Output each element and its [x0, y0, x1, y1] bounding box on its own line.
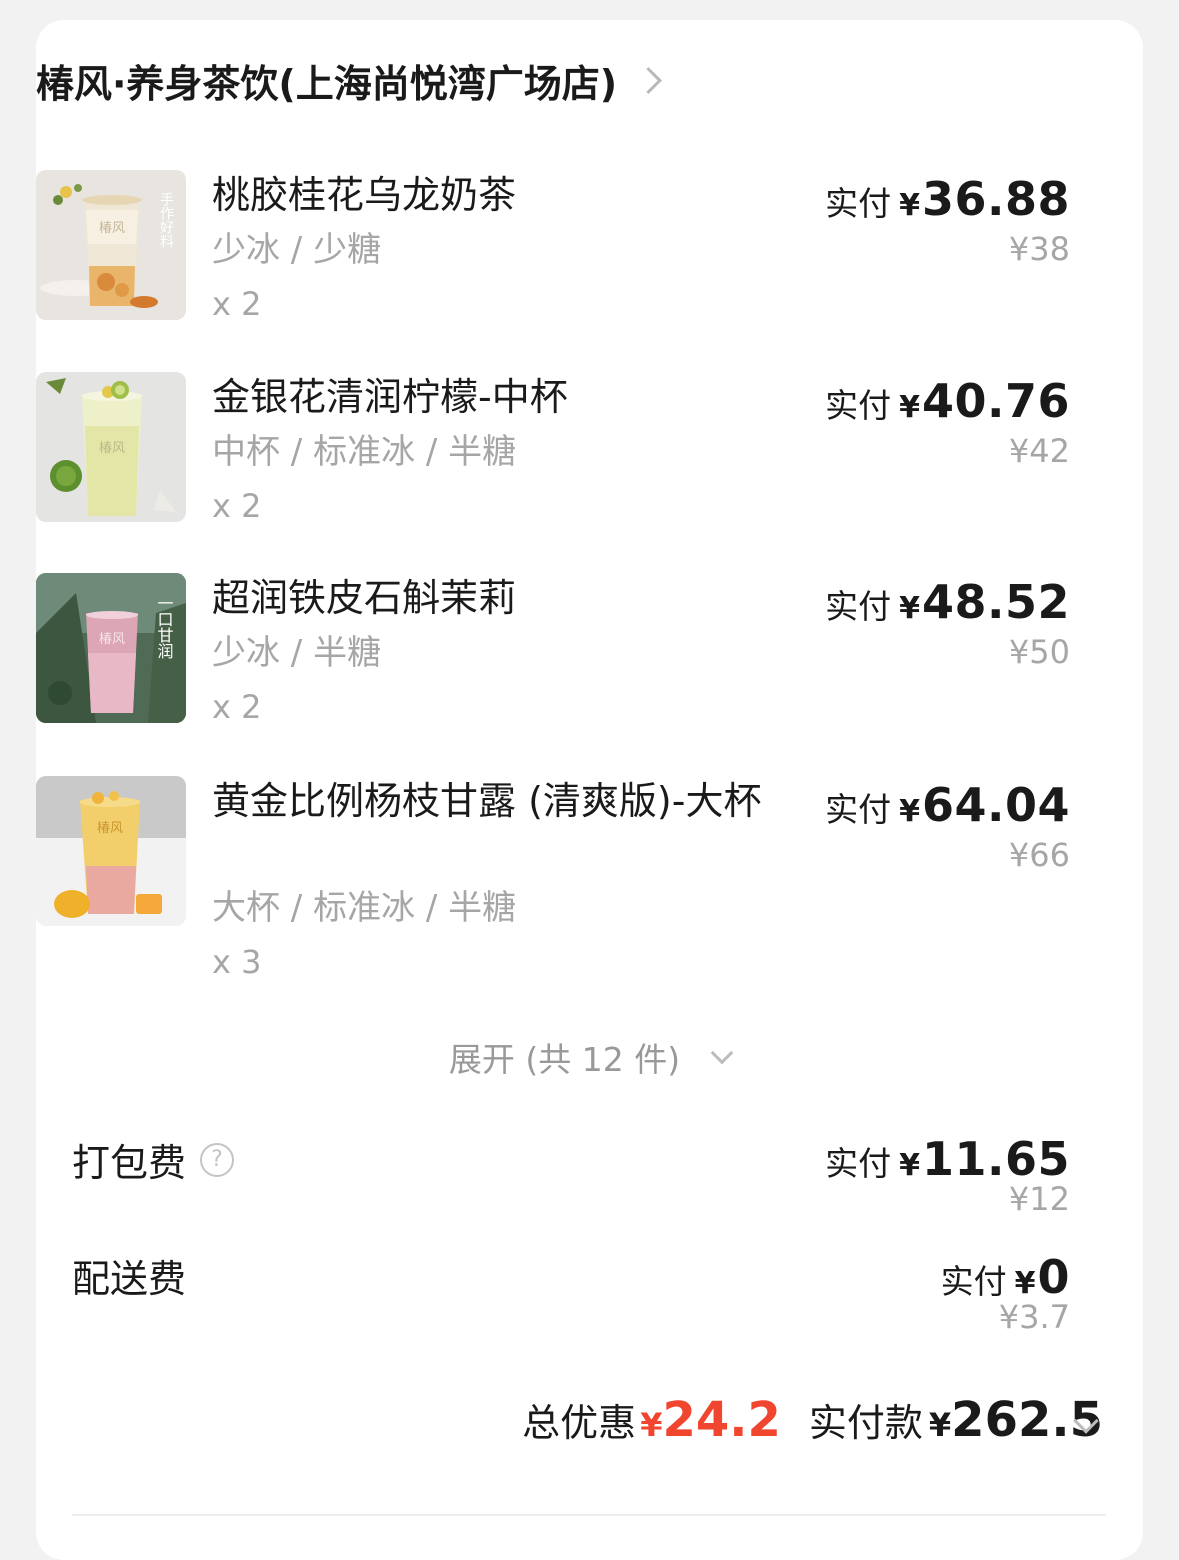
paid-label: 实付 [825, 587, 892, 626]
item-qty: x 3 [212, 943, 262, 981]
item-spec: 少冰 / 少糖 [212, 230, 382, 270]
thumb-text: 一口甘润 [155, 595, 174, 659]
thumb-text: 手作好料 [158, 192, 174, 248]
currency-symbol: ¥ [1014, 1266, 1036, 1301]
cup-logo: 椿风 [99, 441, 125, 456]
item-name: 桃胶桂花乌龙奶茶 [212, 173, 517, 217]
original-price: ¥50 [1008, 633, 1070, 671]
order-item[interactable]: 椿风 金银花清润柠檬-中杯 中杯 / 标准冰 / 半糖 x 2 实付 ¥ 40.… [36, 372, 1070, 532]
paid-label: 实付 [825, 790, 892, 829]
product-image: 椿风 [36, 776, 186, 926]
paid-amount: 36.88 [921, 172, 1070, 226]
cup-logo: 椿风 [97, 821, 123, 836]
divider [72, 1514, 1106, 1516]
original-price: ¥38 [1008, 230, 1070, 268]
discount-amount: 24.2 [662, 1392, 781, 1448]
item-spec: 大杯 / 标准冰 / 半糖 [212, 888, 517, 928]
order-item[interactable]: 椿风 手作好料 桃胶桂花乌龙奶茶 少冰 / 少糖 x 2 实付 ¥ 36.88 … [36, 170, 1070, 330]
packing-fee-price: 实付 ¥ 11.65 ¥12 [36, 1130, 1070, 1230]
original-price: ¥42 [1008, 432, 1070, 470]
discount-currency: ¥ [640, 1406, 663, 1444]
item-qty: x 2 [212, 487, 262, 525]
currency-symbol: ¥ [899, 1148, 920, 1183]
paid-price: 实付 ¥ 11.65 [825, 1132, 1070, 1186]
paid-amount: 11.65 [921, 1132, 1070, 1186]
product-image: 椿风 一口甘润 [36, 573, 186, 723]
order-summary[interactable]: 总优惠 ¥ 24.2 实付款 ¥ 262.5 [522, 1392, 1103, 1458]
original-price: ¥3.7 [998, 1298, 1070, 1336]
total-label: 实付款 [808, 1401, 923, 1445]
cup-logo: 椿风 [99, 632, 125, 647]
product-image: 椿风 [36, 372, 186, 522]
item-spec: 少冰 / 半糖 [212, 633, 382, 673]
item-name: 黄金比例杨枝甘露 (清爽版)-大杯 [212, 779, 762, 823]
paid-amount: 48.52 [921, 575, 1070, 629]
item-qty: x 2 [212, 285, 262, 323]
currency-symbol: ¥ [899, 794, 920, 829]
original-price: ¥66 [1008, 836, 1070, 874]
paid-amount: 40.76 [921, 374, 1070, 428]
expand-label: 展开 (共 12 件) [448, 1040, 681, 1079]
order-item[interactable]: 椿风 黄金比例杨枝甘露 (清爽版)-大杯 大杯 / 标准冰 / 半糖 x 3 实… [36, 776, 1070, 986]
paid-price: 实付 ¥ 48.52 [825, 575, 1070, 629]
paid-amount: 64.04 [921, 778, 1070, 832]
paid-amount: 0 [1037, 1250, 1070, 1304]
currency-symbol: ¥ [899, 390, 920, 425]
item-name: 金银花清润柠檬-中杯 [212, 375, 568, 419]
item-name: 超润铁皮石斛茉莉 [212, 576, 517, 620]
paid-label: 实付 [825, 184, 892, 223]
paid-label: 实付 [940, 1262, 1007, 1301]
total-currency: ¥ [928, 1406, 952, 1444]
currency-symbol: ¥ [899, 188, 920, 223]
paid-price: 实付 ¥ 40.76 [825, 374, 1070, 428]
item-qty: x 2 [212, 688, 262, 726]
chevron-right-icon [635, 66, 663, 94]
product-image: 椿风 手作好料 [36, 170, 186, 320]
paid-price: 实付 ¥ 0 [941, 1250, 1070, 1304]
paid-label: 实付 [825, 1144, 892, 1183]
paid-label: 实付 [825, 386, 892, 425]
order-item[interactable]: 椿风 一口甘润 超润铁皮石斛茉莉 少冰 / 半糖 x 2 实付 ¥ 48.52 … [36, 573, 1070, 733]
paid-price: 实付 ¥ 64.04 [825, 778, 1070, 832]
delivery-fee-price: 实付 ¥ 0 ¥3.7 [36, 1248, 1070, 1348]
store-name: 椿风·养身茶饮(上海尚悦湾广场店) [36, 61, 618, 106]
currency-symbol: ¥ [899, 591, 920, 626]
discount-label: 总优惠 [522, 1401, 637, 1445]
expand-items-button[interactable]: 展开 (共 12 件) [0, 1032, 1179, 1082]
original-price: ¥12 [1008, 1180, 1070, 1218]
item-spec: 中杯 / 标准冰 / 半糖 [212, 432, 517, 472]
store-header[interactable]: 椿风·养身茶饮(上海尚悦湾广场店) [36, 52, 663, 108]
paid-price: 实付 ¥ 36.88 [825, 172, 1070, 226]
cup-logo: 椿风 [99, 221, 125, 236]
chevron-down-icon [710, 1041, 734, 1065]
